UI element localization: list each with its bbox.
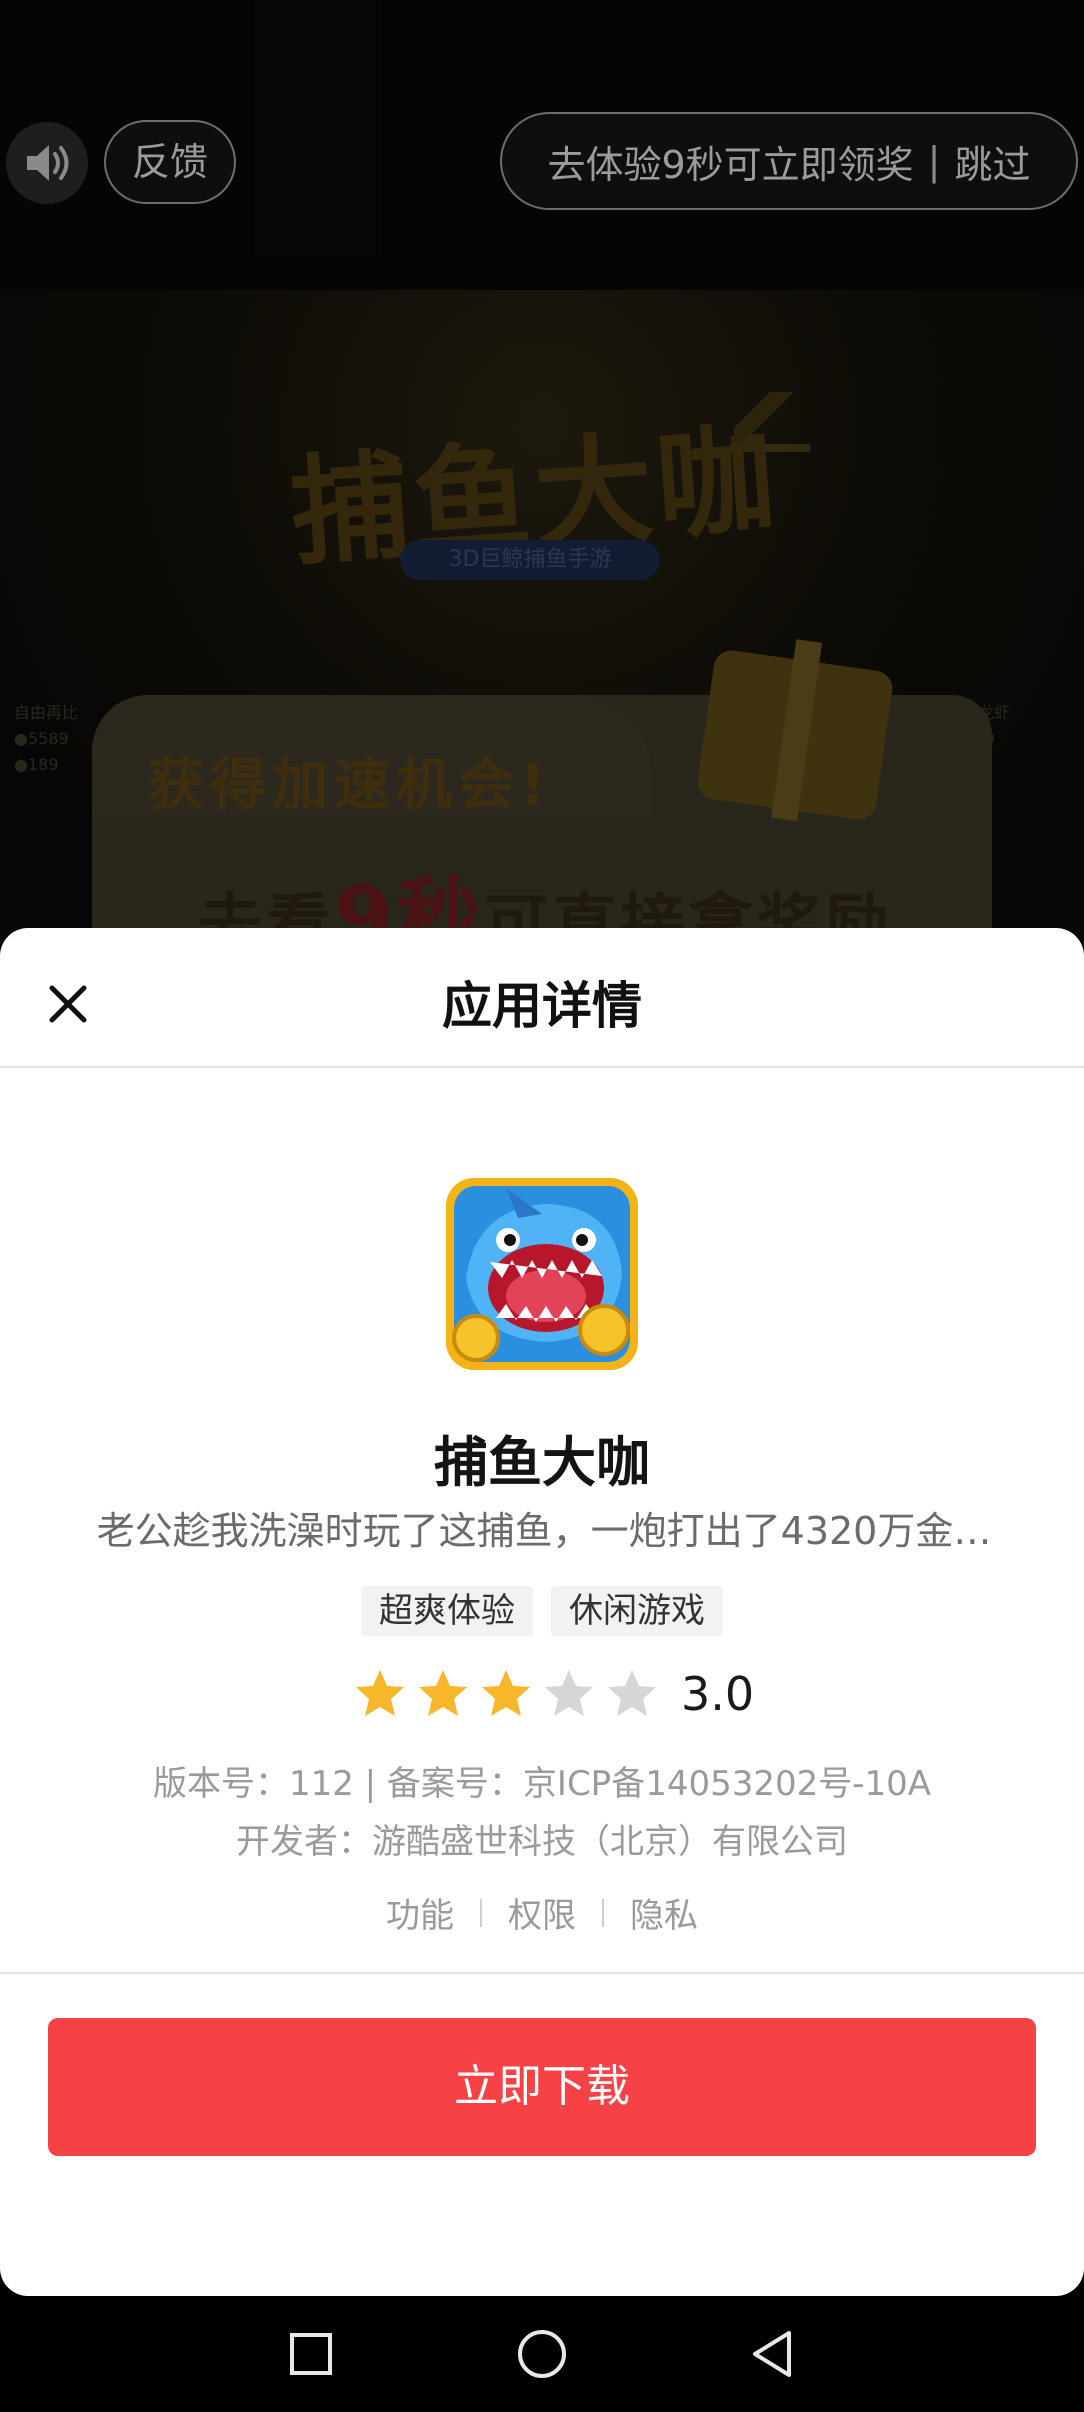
sheet-header: 应用详情 <box>0 928 1084 1068</box>
footer-divider <box>0 1972 1084 1974</box>
link-divider <box>480 1898 482 1927</box>
link-privacy[interactable]: 隐私 <box>630 1888 698 1937</box>
app-description: 老公趁我洗澡时玩了这捕鱼，一炮打出了4320万金… <box>96 1509 992 1553</box>
download-button[interactable]: 立即下载 <box>48 2018 1036 2156</box>
tag-list: 超爽体验 休闲游戏 <box>0 1586 1084 1636</box>
square-icon <box>290 2333 332 2375</box>
link-features[interactable]: 功能 <box>386 1888 454 1937</box>
version-info: 版本号：112 | 备案号：京ICP备14053202号-10A <box>152 1764 932 1804</box>
star-icon <box>482 1670 530 1716</box>
pill-separator: | <box>927 139 941 183</box>
tag-item: 超爽体验 <box>361 1586 533 1636</box>
reward-text: 去体验9秒可立即领奖 <box>547 142 914 187</box>
link-divider <box>602 1898 604 1927</box>
circle-icon <box>518 2330 566 2378</box>
star-icon <box>419 1670 467 1716</box>
developer-info: 开发者：游酷盛世科技（北京）有限公司 <box>236 1822 848 1862</box>
system-nav-bar <box>0 2296 1084 2412</box>
star-icon <box>545 1670 593 1716</box>
link-permissions[interactable]: 权限 <box>508 1888 576 1937</box>
shark-icon <box>446 1178 638 1370</box>
nav-back-button[interactable] <box>736 2318 808 2390</box>
star-icon <box>356 1670 404 1716</box>
nav-recent-button[interactable] <box>275 2318 347 2390</box>
sheet-title: 应用详情 <box>442 977 642 1035</box>
skip-button[interactable]: 跳过 <box>954 134 1030 189</box>
rating-value: 3.0 <box>681 1667 755 1721</box>
rating: 3.0 <box>352 1662 754 1726</box>
tag-item: 休闲游戏 <box>551 1586 723 1636</box>
triangle-back-icon <box>753 2331 791 2377</box>
app-icon <box>446 1178 638 1370</box>
nav-home-button[interactable] <box>506 2318 578 2390</box>
star-icon <box>608 1670 656 1716</box>
speaker-icon <box>27 145 69 181</box>
sound-toggle-button[interactable] <box>6 122 88 204</box>
header-divider <box>0 1066 1084 1068</box>
app-name: 捕鱼大咖 <box>434 1431 650 1494</box>
reward-skip-pill[interactable]: 去体验9秒可立即领奖 | 跳过 <box>500 112 1078 210</box>
app-details-sheet: 应用详情 捕鱼大咖 老公趁我洗澡时玩了这捕鱼，一炮打出了4320万金… 超爽体验… <box>0 928 1084 2296</box>
feedback-button[interactable]: 反馈 <box>104 120 236 204</box>
info-links: 功能 权限 隐私 <box>0 1888 1084 1937</box>
